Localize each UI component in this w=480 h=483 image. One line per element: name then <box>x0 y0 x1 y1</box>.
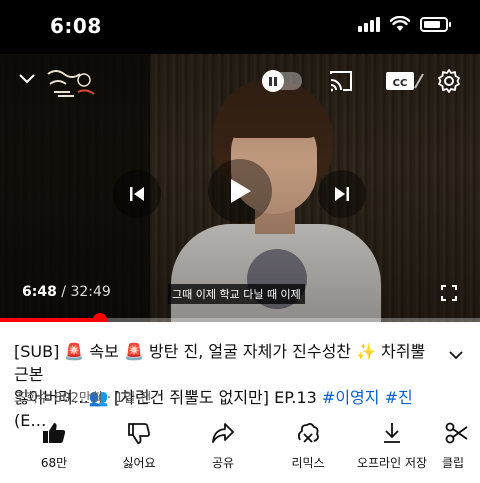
fullscreen-icon <box>441 285 457 301</box>
clip-label: 클립 <box>442 456 465 470</box>
like-button[interactable]: 68만 <box>14 420 94 471</box>
share-label: 공유 <box>211 456 235 470</box>
dislike-button[interactable]: 싫어요 <box>99 420 179 471</box>
battery-icon <box>420 16 451 32</box>
player-center-controls <box>0 159 480 229</box>
remix-button[interactable]: 리믹스 <box>268 420 348 471</box>
share-icon <box>212 423 234 443</box>
dislike-label: 싫어요 <box>122 456 156 470</box>
autoplay-toggle[interactable] <box>262 70 302 92</box>
scissors-icon <box>445 422 468 444</box>
collapse-button[interactable] <box>16 68 38 90</box>
status-icons <box>358 16 451 32</box>
captions-button[interactable]: CC <box>385 70 425 92</box>
channel-logo <box>47 70 95 97</box>
skip-previous-icon <box>130 187 144 201</box>
clip-button[interactable]: 클립 <box>436 420 480 471</box>
current-time: 6:48 <box>22 284 57 300</box>
previous-button[interactable] <box>113 170 161 218</box>
download-label: 오프라인 저장 <box>356 456 428 470</box>
pause-icon <box>262 70 284 92</box>
download-icon <box>384 423 400 443</box>
svg-text:CC: CC <box>393 78 408 89</box>
thumbs-up-icon <box>43 423 66 443</box>
fullscreen-button[interactable] <box>441 285 457 301</box>
next-button[interactable] <box>318 170 366 218</box>
status-time: 6:08 <box>50 14 102 38</box>
expand-description-button[interactable] <box>448 346 464 360</box>
duration: 32:49 <box>70 284 111 300</box>
settings-button[interactable] <box>436 68 462 94</box>
share-button[interactable]: 공유 <box>183 420 263 471</box>
remix-label: 리믹스 <box>291 456 325 470</box>
video-player[interactable]: CC 6:48 / 32:49 그때 이제 학교 다닐 때 이제 <box>0 54 480 322</box>
skip-next-icon <box>335 187 349 201</box>
video-title[interactable]: [SUB] 🚨 속보 🚨 방탄 진, 얼굴 자체가 진수성찬 ✨ 차쥐뿔 근본 … <box>14 340 434 432</box>
gear-icon <box>438 69 460 93</box>
cast-icon <box>330 71 352 92</box>
chevron-down-icon <box>19 74 35 84</box>
captions-icon: CC <box>386 72 424 90</box>
play-icon <box>231 179 251 203</box>
time-display: 6:48 / 32:49 <box>22 284 111 300</box>
play-button[interactable] <box>208 159 272 223</box>
progress-bar[interactable] <box>0 313 480 322</box>
signal-icon <box>358 16 380 32</box>
progress-fill <box>0 318 100 322</box>
player-top-controls: CC <box>0 54 480 110</box>
hashtag-link[interactable]: #진 <box>385 388 413 407</box>
thumbs-down-icon <box>128 423 150 444</box>
time-separator: / <box>56 284 71 300</box>
status-bar: 6:08 <box>0 0 480 54</box>
remix-icon <box>297 422 319 443</box>
video-title-line1: [SUB] 🚨 속보 🚨 방탄 진, 얼굴 자체가 진수성찬 ✨ 차쥐뿔 근본 <box>14 342 426 384</box>
like-count: 68만 <box>40 456 68 470</box>
video-meta: 조회수 802만회 · 1일 전 <box>14 391 152 406</box>
wifi-icon <box>390 16 410 31</box>
chevron-down-icon <box>449 351 463 360</box>
subtitle-text: 그때 이제 학교 다닐 때 이제 <box>168 284 305 304</box>
download-button[interactable]: 오프라인 저장 <box>352 420 432 471</box>
progress-scrubber[interactable] <box>92 313 107 322</box>
cast-button[interactable] <box>328 68 354 94</box>
action-bar: 68만 싫어요 공유 리믹스 오프라인 저장 클립 <box>0 420 480 480</box>
hashtag-link[interactable]: #이영지 <box>322 388 380 407</box>
